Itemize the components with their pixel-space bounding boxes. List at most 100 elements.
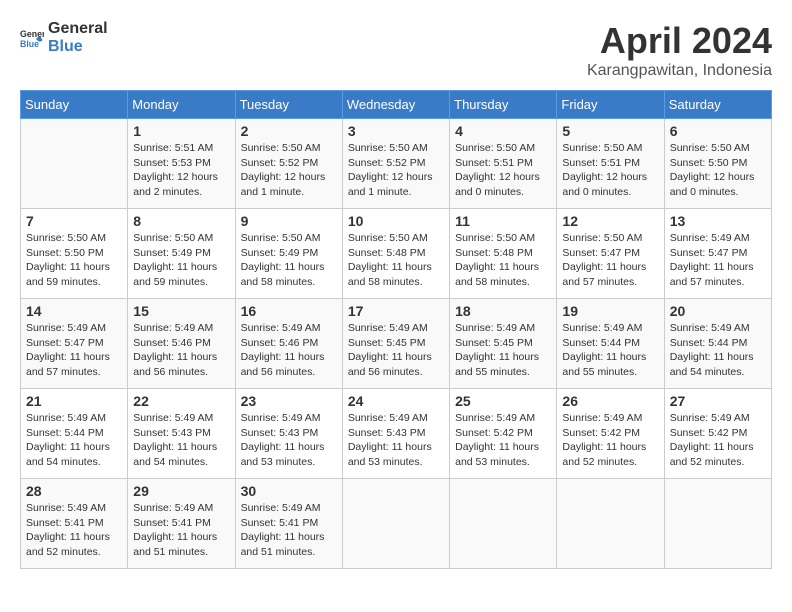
sunrise-text: Sunrise: 5:50 AM [26, 232, 106, 244]
daylight-text: Daylight: 11 hours and 56 minutes. [133, 351, 217, 378]
calendar-week-row: 21 Sunrise: 5:49 AM Sunset: 5:44 PM Dayl… [21, 389, 772, 479]
day-number: 10 [348, 213, 444, 229]
calendar-day-cell: 28 Sunrise: 5:49 AM Sunset: 5:41 PM Dayl… [21, 479, 128, 569]
calendar-day-cell: 23 Sunrise: 5:49 AM Sunset: 5:43 PM Dayl… [235, 389, 342, 479]
day-info: Sunrise: 5:49 AM Sunset: 5:44 PM Dayligh… [562, 321, 658, 380]
sunset-text: Sunset: 5:42 PM [562, 427, 640, 439]
daylight-text: Daylight: 11 hours and 59 minutes. [133, 261, 217, 288]
daylight-text: Daylight: 11 hours and 55 minutes. [455, 351, 539, 378]
calendar-day-cell [342, 479, 449, 569]
day-number: 27 [670, 393, 766, 409]
day-of-week-header: Thursday [450, 91, 557, 119]
day-number: 24 [348, 393, 444, 409]
calendar-week-row: 1 Sunrise: 5:51 AM Sunset: 5:53 PM Dayli… [21, 119, 772, 209]
day-info: Sunrise: 5:49 AM Sunset: 5:44 PM Dayligh… [670, 321, 766, 380]
daylight-text: Daylight: 12 hours and 0 minutes. [670, 171, 755, 198]
sunrise-text: Sunrise: 5:50 AM [455, 142, 535, 154]
day-number: 8 [133, 213, 229, 229]
daylight-text: Daylight: 12 hours and 1 minute. [241, 171, 326, 198]
sunset-text: Sunset: 5:49 PM [241, 247, 319, 259]
sunset-text: Sunset: 5:50 PM [26, 247, 104, 259]
sunrise-text: Sunrise: 5:49 AM [241, 502, 321, 514]
daylight-text: Daylight: 12 hours and 2 minutes. [133, 171, 218, 198]
sunrise-text: Sunrise: 5:50 AM [348, 232, 428, 244]
sunrise-text: Sunrise: 5:49 AM [562, 322, 642, 334]
day-info: Sunrise: 5:49 AM Sunset: 5:47 PM Dayligh… [26, 321, 122, 380]
generalblue-icon: General Blue [20, 26, 44, 50]
day-number: 30 [241, 483, 337, 499]
calendar-table: SundayMondayTuesdayWednesdayThursdayFrid… [20, 90, 772, 569]
calendar-day-cell: 12 Sunrise: 5:50 AM Sunset: 5:47 PM Dayl… [557, 209, 664, 299]
daylight-text: Daylight: 11 hours and 57 minutes. [562, 261, 646, 288]
sunrise-text: Sunrise: 5:50 AM [241, 142, 321, 154]
day-info: Sunrise: 5:50 AM Sunset: 5:50 PM Dayligh… [670, 141, 766, 200]
day-info: Sunrise: 5:50 AM Sunset: 5:50 PM Dayligh… [26, 231, 122, 290]
calendar-day-cell [450, 479, 557, 569]
calendar-day-cell: 18 Sunrise: 5:49 AM Sunset: 5:45 PM Dayl… [450, 299, 557, 389]
calendar-day-cell: 29 Sunrise: 5:49 AM Sunset: 5:41 PM Dayl… [128, 479, 235, 569]
day-number: 5 [562, 123, 658, 139]
day-of-week-header: Saturday [664, 91, 771, 119]
day-number: 16 [241, 303, 337, 319]
calendar-day-cell: 19 Sunrise: 5:49 AM Sunset: 5:44 PM Dayl… [557, 299, 664, 389]
calendar-day-cell: 16 Sunrise: 5:49 AM Sunset: 5:46 PM Dayl… [235, 299, 342, 389]
day-info: Sunrise: 5:49 AM Sunset: 5:44 PM Dayligh… [26, 411, 122, 470]
day-number: 29 [133, 483, 229, 499]
day-info: Sunrise: 5:49 AM Sunset: 5:43 PM Dayligh… [241, 411, 337, 470]
day-number: 18 [455, 303, 551, 319]
calendar-day-cell: 17 Sunrise: 5:49 AM Sunset: 5:45 PM Dayl… [342, 299, 449, 389]
sunrise-text: Sunrise: 5:49 AM [348, 322, 428, 334]
daylight-text: Daylight: 11 hours and 56 minutes. [348, 351, 432, 378]
calendar-day-cell: 14 Sunrise: 5:49 AM Sunset: 5:47 PM Dayl… [21, 299, 128, 389]
daylight-text: Daylight: 11 hours and 54 minutes. [670, 351, 754, 378]
sunrise-text: Sunrise: 5:50 AM [133, 232, 213, 244]
daylight-text: Daylight: 11 hours and 53 minutes. [455, 441, 539, 468]
daylight-text: Daylight: 11 hours and 58 minutes. [455, 261, 539, 288]
month-title: April 2024 [587, 20, 772, 62]
sunrise-text: Sunrise: 5:49 AM [455, 412, 535, 424]
day-info: Sunrise: 5:49 AM Sunset: 5:45 PM Dayligh… [348, 321, 444, 380]
sunrise-text: Sunrise: 5:49 AM [241, 412, 321, 424]
sunset-text: Sunset: 5:51 PM [562, 157, 640, 169]
daylight-text: Daylight: 11 hours and 52 minutes. [26, 531, 110, 558]
day-number: 13 [670, 213, 766, 229]
daylight-text: Daylight: 11 hours and 51 minutes. [133, 531, 217, 558]
title-area: April 2024 Karangpawitan, Indonesia [587, 20, 772, 80]
sunset-text: Sunset: 5:47 PM [562, 247, 640, 259]
sunset-text: Sunset: 5:43 PM [241, 427, 319, 439]
sunset-text: Sunset: 5:47 PM [26, 337, 104, 349]
day-info: Sunrise: 5:50 AM Sunset: 5:52 PM Dayligh… [348, 141, 444, 200]
calendar-header: SundayMondayTuesdayWednesdayThursdayFrid… [21, 91, 772, 119]
sunset-text: Sunset: 5:52 PM [348, 157, 426, 169]
day-info: Sunrise: 5:49 AM Sunset: 5:41 PM Dayligh… [241, 501, 337, 560]
day-number: 26 [562, 393, 658, 409]
sunrise-text: Sunrise: 5:49 AM [562, 412, 642, 424]
day-info: Sunrise: 5:49 AM Sunset: 5:43 PM Dayligh… [348, 411, 444, 470]
sunrise-text: Sunrise: 5:50 AM [348, 142, 428, 154]
sunrise-text: Sunrise: 5:49 AM [26, 412, 106, 424]
calendar-day-cell: 10 Sunrise: 5:50 AM Sunset: 5:48 PM Dayl… [342, 209, 449, 299]
calendar-day-cell: 20 Sunrise: 5:49 AM Sunset: 5:44 PM Dayl… [664, 299, 771, 389]
sunset-text: Sunset: 5:41 PM [241, 517, 319, 529]
daylight-text: Daylight: 11 hours and 54 minutes. [133, 441, 217, 468]
daylight-text: Daylight: 11 hours and 53 minutes. [348, 441, 432, 468]
daylight-text: Daylight: 11 hours and 57 minutes. [26, 351, 110, 378]
sunrise-text: Sunrise: 5:49 AM [133, 412, 213, 424]
calendar-day-cell: 21 Sunrise: 5:49 AM Sunset: 5:44 PM Dayl… [21, 389, 128, 479]
sunrise-text: Sunrise: 5:49 AM [670, 412, 750, 424]
sunset-text: Sunset: 5:42 PM [455, 427, 533, 439]
sunset-text: Sunset: 5:48 PM [348, 247, 426, 259]
sunset-text: Sunset: 5:43 PM [133, 427, 211, 439]
calendar-day-cell: 11 Sunrise: 5:50 AM Sunset: 5:48 PM Dayl… [450, 209, 557, 299]
calendar-day-cell [664, 479, 771, 569]
calendar-day-cell: 24 Sunrise: 5:49 AM Sunset: 5:43 PM Dayl… [342, 389, 449, 479]
calendar-day-cell [21, 119, 128, 209]
day-number: 19 [562, 303, 658, 319]
daylight-text: Daylight: 11 hours and 56 minutes. [241, 351, 325, 378]
daylight-text: Daylight: 11 hours and 58 minutes. [241, 261, 325, 288]
calendar-day-cell: 27 Sunrise: 5:49 AM Sunset: 5:42 PM Dayl… [664, 389, 771, 479]
svg-text:Blue: Blue [20, 38, 39, 48]
day-info: Sunrise: 5:50 AM Sunset: 5:51 PM Dayligh… [562, 141, 658, 200]
sunset-text: Sunset: 5:42 PM [670, 427, 748, 439]
day-number: 22 [133, 393, 229, 409]
